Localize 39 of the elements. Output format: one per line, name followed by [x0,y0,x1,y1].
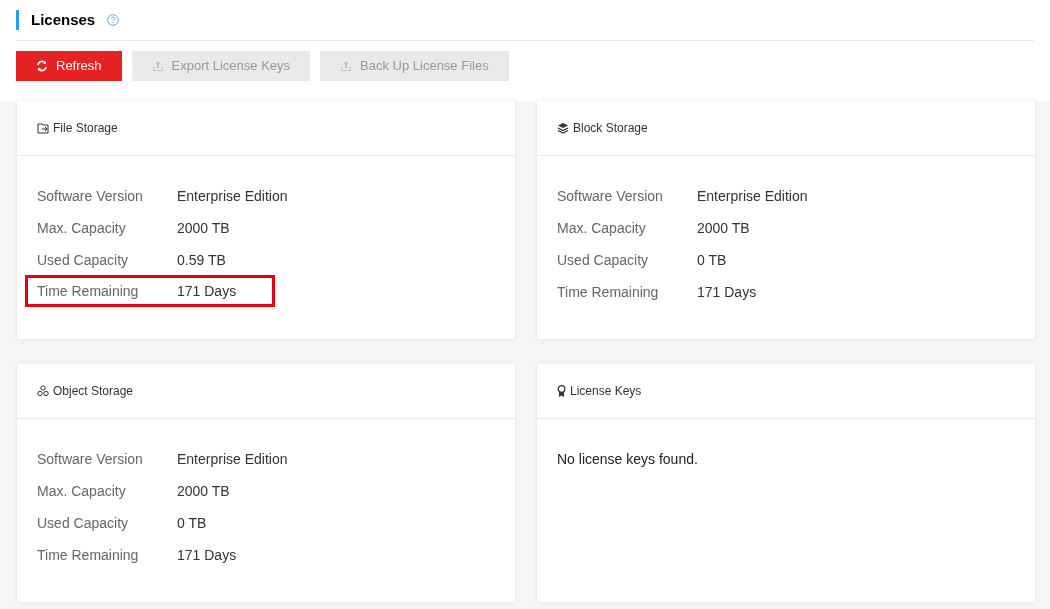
toolbar-button[interactable]: Refresh [16,51,122,81]
field-value: 2000 TB [177,481,230,501]
field-label: Used Capacity [557,250,650,270]
field-value: 0 TB [697,250,727,270]
card-title: License Keys [570,383,642,400]
field-value: 171 Days [697,282,757,302]
folder-icon [37,122,49,134]
field-value: 2000 TB [177,218,230,238]
refresh-icon [36,60,48,72]
field-label: Time Remaining [37,545,140,565]
field-label: Time Remaining [37,281,140,301]
field-value: Enterprise Edition [177,449,288,469]
card-title: Object Storage [53,383,134,400]
card-title: Block Storage [573,120,648,137]
field-label: Max. Capacity [37,218,127,238]
field-label: Software Version [37,449,144,469]
field-label: Time Remaining [557,282,660,302]
page-title: Licenses [31,9,96,30]
help-icon[interactable] [107,14,120,26]
field-value: Enterprise Edition [697,186,808,206]
field-label: Used Capacity [37,513,130,533]
badge-icon [557,385,566,397]
field-value: 2000 TB [697,218,750,238]
field-value: 0.59 TB [177,250,226,270]
card-title: File Storage [53,120,118,137]
field-label: Max. Capacity [557,218,647,238]
field-label: Software Version [557,186,664,206]
field-value: 171 Days [177,545,237,565]
field-value: 0 TB [177,513,207,533]
cluster-icon [37,385,49,397]
field-value: 171 Days [177,281,237,301]
field-label: Max. Capacity [37,481,127,501]
layers-icon [557,122,569,134]
field-value: Enterprise Edition [177,186,288,206]
empty-message: No license keys found. [557,449,699,469]
upload-icon [151,60,164,72]
upload-icon [340,60,353,72]
field-label: Used Capacity [37,250,130,270]
field-label: Software Version [37,186,144,206]
